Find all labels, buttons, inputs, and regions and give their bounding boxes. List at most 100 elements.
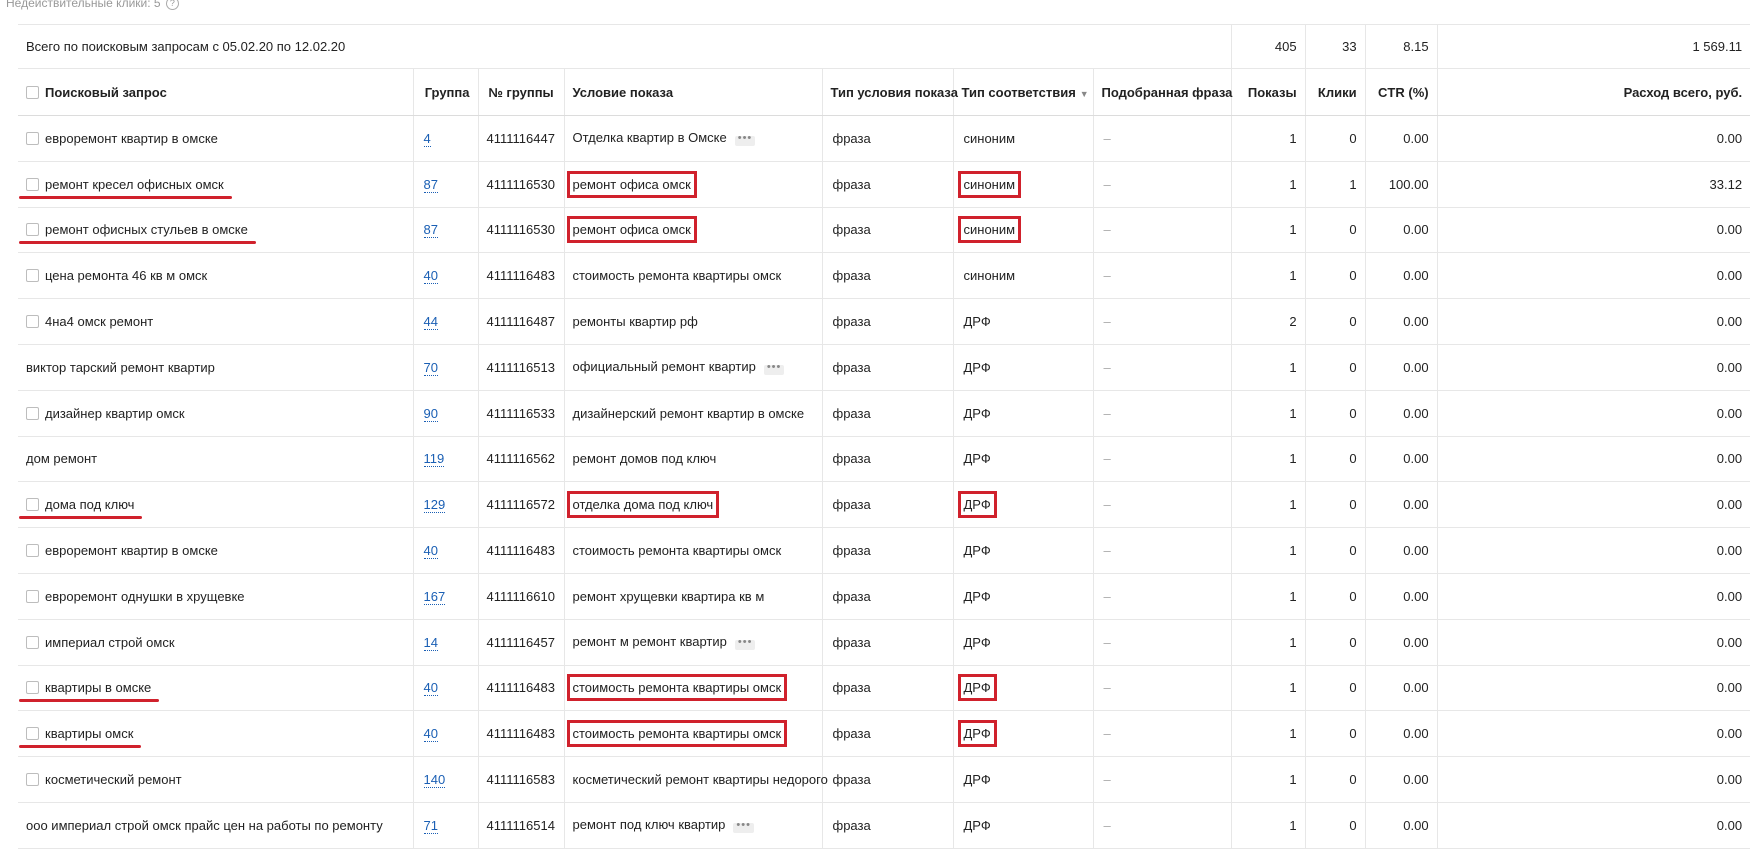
match-type-text: ДРФ [963,543,991,559]
row-checkbox[interactable] [26,315,39,329]
shows-cell: 2 [1231,298,1306,345]
row-checkbox[interactable] [26,269,39,283]
query-text: квартиры в омске [45,680,152,696]
cost-cell: 0.00 [1437,436,1751,483]
row-checkbox[interactable] [26,406,39,420]
matched-phrase-cell: – [1093,436,1232,483]
condition-type-cell: фраза [822,481,954,529]
column-header-condition-type[interactable]: Тип условия показа [822,68,958,116]
group-link[interactable]: 40 [423,268,438,285]
match-type-text: ДРФ [963,314,991,330]
column-header-query-label: Поисковый запрос [45,84,167,100]
row-checkbox[interactable] [26,223,39,237]
row-checkbox[interactable] [26,635,39,649]
select-all-checkbox[interactable] [26,85,39,99]
totals-row: Всего по поисковым запросам с 05.02.20 п… [18,24,1751,69]
group-link[interactable]: 87 [423,176,438,193]
column-header-ctr[interactable]: CTR (%) [1365,68,1438,116]
group-link[interactable]: 90 [423,405,438,422]
column-header-query[interactable]: Поисковый запрос [18,68,414,116]
ctr-cell: 0.00 [1365,207,1438,254]
match-type-text: ДРФ [963,451,991,467]
red-underline-mark [19,516,143,520]
table-header-row: Поисковый запрос Группа № группы Условие… [18,68,1751,116]
group-link[interactable]: 167 [423,588,446,605]
group-link[interactable]: 44 [423,314,438,331]
column-header-group[interactable]: Группа [413,68,479,116]
query-cell: виктор тарский ремонт квартир [18,344,414,391]
query-text: виктор тарский ремонт квартир [26,359,215,375]
row-checkbox[interactable] [26,589,39,603]
more-dots-icon[interactable]: ••• [734,133,756,147]
query-cell: квартиры омск [18,710,414,758]
more-dots-icon[interactable]: ••• [763,362,785,376]
match-type-text: ДРФ [957,674,997,702]
group-link[interactable]: 119 [423,451,445,468]
group-link[interactable]: 87 [423,222,438,239]
cost-cell: 0.00 [1437,665,1751,712]
match-type-text: ДРФ [957,491,997,519]
row-checkbox[interactable] [26,177,39,191]
shows-cell: 1 [1231,527,1306,574]
clicks-cell: 0 [1305,390,1366,437]
shows-cell: 1 [1231,252,1306,300]
condition-text: ремонт офиса омск [566,216,697,244]
group-link[interactable]: 40 [423,543,438,560]
condition-text: отделка дома под ключ [566,491,720,519]
column-header-matched-phrase[interactable]: Подобранная фраза [1093,68,1232,116]
condition-cell: ремонт хрущевки квартира кв м [564,573,823,620]
row-checkbox[interactable] [26,131,39,145]
column-header-match-type[interactable]: Тип соответствия ▼ [953,68,1094,116]
column-header-shows[interactable]: Показы [1231,68,1306,116]
group-link[interactable]: 40 [423,726,438,743]
query-cell: квартиры в омске [18,665,414,712]
query-text: квартиры омск [45,726,134,742]
shows-cell: 1 [1231,390,1306,437]
query-text: дизайнер квартир омск [45,405,185,421]
search-queries-report-table: Всего по поисковым запросам с 05.02.20 п… [18,24,1751,849]
group-link[interactable]: 4 [423,130,431,147]
table-row: дома под ключ 129 4111116572 отделка дома п… [18,481,1751,529]
condition-type-cell: фраза [822,207,954,254]
more-dots-icon[interactable]: ••• [733,820,754,834]
row-checkbox[interactable] [26,681,39,695]
column-header-cost[interactable]: Расход всего, руб. [1437,68,1751,116]
column-header-clicks[interactable]: Клики [1305,68,1366,116]
query-cell: империал строй омск [18,619,414,666]
row-checkbox[interactable] [26,544,39,558]
column-header-group-no[interactable]: № группы [478,68,565,116]
condition-text: ремонт домов под ключ [572,451,717,467]
query-cell: косметический ремонт [18,756,414,803]
more-dots-icon[interactable]: ••• [734,637,756,651]
ctr-cell: 0.00 [1365,344,1438,391]
group-link[interactable]: 140 [423,772,446,789]
row-checkbox[interactable] [26,727,39,741]
totals-shows: 405 [1231,24,1306,69]
group-no-cell: 4111116487 [478,298,565,345]
shows-cell: 1 [1231,161,1306,208]
group-link[interactable]: 129 [423,497,446,514]
row-checkbox[interactable] [26,498,39,512]
group-link[interactable]: 40 [423,680,438,697]
match-type-text: ДРФ [963,817,991,833]
match-type-cell: ДРФ [953,665,1094,712]
clicks-cell: 1 [1305,161,1366,208]
group-link[interactable]: 71 [423,817,438,834]
condition-cell: стоимость ремонта квартиры омск [564,665,823,712]
question-circle-icon[interactable]: ? [165,0,179,10]
column-header-condition[interactable]: Условие показа [564,68,823,116]
group-link[interactable]: 14 [423,634,438,651]
table-row: квартиры в омске 40 4111116483 стоимость ре… [18,665,1751,712]
matched-phrase-cell: – [1093,802,1232,849]
cost-cell: 0.00 [1437,802,1751,849]
invalid-clicks-note: Недействительные клики: 5 ? [6,0,179,12]
condition-type-cell: фраза [822,527,954,574]
shows-cell: 1 [1231,573,1306,620]
row-checkbox[interactable] [26,773,39,787]
sort-desc-icon[interactable]: ▼ [1080,89,1089,99]
table-row: ремонт кресел офисных омск 87 4111116530 ре… [18,161,1751,208]
query-cell: евроремонт квартир в омске [18,527,414,574]
clicks-cell: 0 [1305,115,1366,162]
group-link[interactable]: 70 [423,359,438,376]
condition-cell: Отделка квартир в Омске ••• [564,115,823,162]
